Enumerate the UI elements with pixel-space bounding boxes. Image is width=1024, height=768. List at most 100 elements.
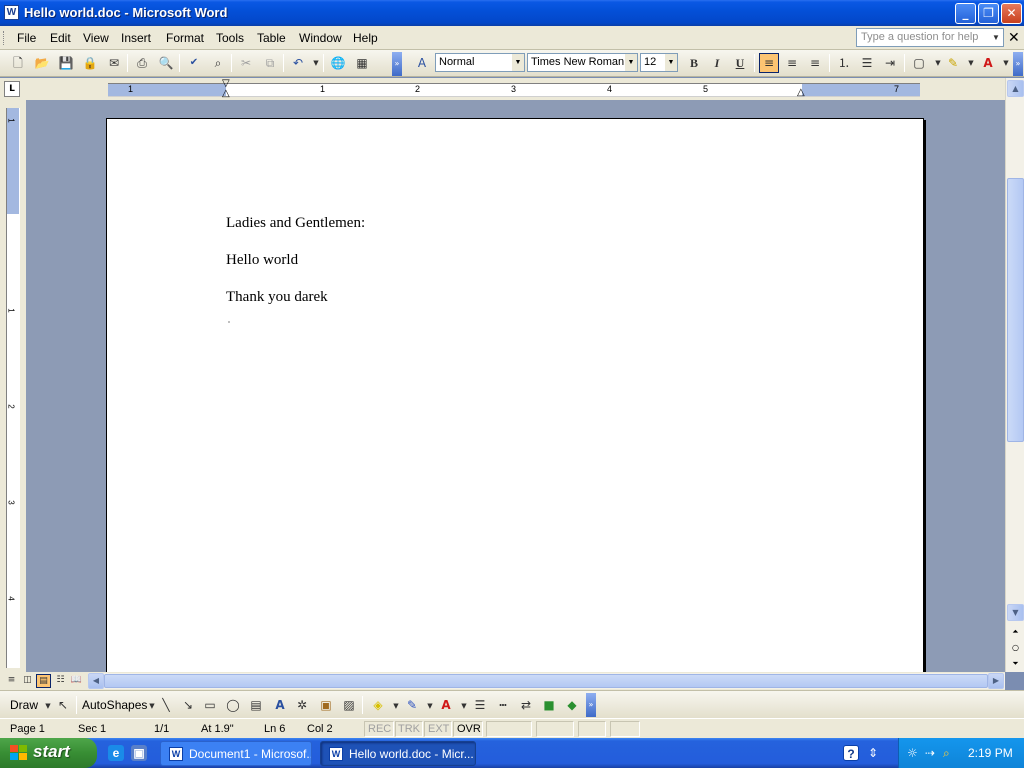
hyperlink-icon[interactable]: 🌐 [328,53,348,73]
line-style-icon[interactable]: ☰ [470,695,490,715]
previous-page-icon[interactable]: ⏶ [1007,624,1024,641]
vertical-ruler[interactable]: 1 1 2 3 4 [6,108,20,668]
document-line-salutation[interactable]: Ladies and Gentlemen: [226,215,365,232]
bullets-icon[interactable]: ☰ [857,53,877,73]
print-preview-icon[interactable]: 🔍 [156,53,176,73]
outline-view-icon[interactable]: ☷ [53,674,68,688]
email-icon[interactable]: ✉ [104,53,124,73]
menu-tools[interactable]: Tools [216,31,244,45]
shadow-style-icon[interactable]: ■ [539,695,559,715]
open-folder-icon[interactable]: 📂 [32,53,52,73]
title-bar[interactable]: W Hello world.doc - Microsoft Word _ ❐ ✕ [0,0,1024,26]
horizontal-scrollbar[interactable]: ◀ ▶ [88,673,1005,689]
scroll-down-button[interactable]: ▼ [1007,604,1024,621]
document-line-body[interactable]: Hello world [226,252,298,269]
menu-table[interactable]: Table [257,31,286,45]
taskbar-item-hello-world[interactable]: W Hello world.doc - Micr... [320,741,476,766]
font-size-dropdown-icon[interactable]: ▼ [665,54,677,71]
menu-view[interactable]: View [83,31,109,45]
line-tool-icon[interactable]: ╲ [156,695,176,715]
new-document-icon[interactable]: 🗋 [8,53,28,73]
wordart-icon[interactable]: A [270,695,290,715]
status-trk[interactable]: TRK [398,723,420,735]
font-color-icon[interactable]: A [978,53,998,73]
select-browse-object-icon[interactable]: ○ [1007,640,1024,657]
menu-help[interactable]: Help [353,31,378,45]
cut-icon[interactable]: ✂ [236,53,256,73]
print-layout-icon[interactable]: ▤ [36,674,51,688]
spelling-icon[interactable]: ✔ [184,53,204,73]
styles-icon[interactable]: A [412,53,432,73]
diagram-icon[interactable]: ✲ [292,695,312,715]
scroll-left-button[interactable]: ◀ [88,673,104,689]
clipart-icon[interactable]: ▣ [316,695,336,715]
highlight-icon[interactable]: ✎ [943,53,963,73]
line-color-icon[interactable]: ✎ [402,695,422,715]
select-objects-icon[interactable]: ↖ [53,695,73,715]
vertical-scroll-thumb[interactable] [1007,178,1024,442]
taskbar-item-document1[interactable]: W Document1 - Microsof... [160,741,312,766]
menu-edit[interactable]: Edit [50,31,71,45]
italic-button[interactable]: I [707,53,727,73]
expand-tray-icon[interactable]: ⇕ [868,746,878,760]
system-clock[interactable]: 2:19 PM [968,746,1013,760]
increase-indent-icon[interactable]: ⇥ [880,53,900,73]
next-page-icon[interactable]: ⏷ [1007,656,1024,673]
scroll-up-button[interactable]: ▲ [1007,80,1024,97]
dash-style-icon[interactable]: ┅ [493,695,513,715]
help-search-input[interactable]: Type a question for help ▼ [856,28,1004,47]
help-question-icon[interactable]: ? [843,745,859,761]
textbox-tool-icon[interactable]: ▤ [246,695,266,715]
document-close-icon[interactable]: ✕ [1008,30,1020,46]
normal-view-icon[interactable]: ≡ [4,674,19,688]
autoshapes-menu-button[interactable]: AutoShapes [82,698,147,712]
3d-style-icon[interactable]: ◆ [562,695,582,715]
fill-color-icon[interactable]: ◈ [368,695,388,715]
oval-tool-icon[interactable]: ◯ [223,695,243,715]
draw-toolbar-options-icon[interactable]: » [586,693,596,717]
internet-explorer-icon[interactable]: e [108,745,124,761]
menu-format[interactable]: Format [166,31,204,45]
numbering-icon[interactable]: ⒈ [834,53,854,73]
borders-icon[interactable]: ▢ [909,53,929,73]
connection-icon[interactable]: ⇢ [925,746,935,760]
status-ext[interactable]: EXT [428,723,449,735]
document-workspace[interactable]: Ladies and Gentlemen: Hello world Thank … [26,100,1005,672]
menu-grip[interactable] [3,31,6,45]
align-right-icon[interactable]: ≡ [805,53,825,73]
permission-icon[interactable]: 🔒 [80,53,100,73]
arrow-tool-icon[interactable]: ↘ [178,695,198,715]
undo-icon[interactable]: ↶ [288,53,308,73]
start-button[interactable]: start [0,738,97,768]
toolbar-options-icon-2[interactable]: » [1013,52,1023,76]
menu-file[interactable]: File [17,31,36,45]
print-icon[interactable]: ⎙ [132,53,152,73]
network-icon[interactable]: ☼ [907,746,918,760]
word-app-icon[interactable]: W [4,5,19,20]
font-dropdown-icon[interactable]: ▼ [625,54,637,71]
scroll-right-button[interactable]: ▶ [988,673,1004,689]
status-rec[interactable]: REC [368,723,391,735]
vertical-scrollbar[interactable]: ▲ ▼ ⏶ ○ ⏷ [1005,78,1024,672]
underline-button[interactable]: U [730,53,750,73]
align-center-icon[interactable]: ≡ [782,53,802,73]
hanging-indent-marker[interactable]: △ [222,88,230,99]
bold-button[interactable]: B [684,53,704,73]
arrow-style-icon[interactable]: ⇄ [516,695,536,715]
help-dropdown-icon[interactable]: ▼ [989,29,1003,46]
save-icon[interactable]: 💾 [56,53,76,73]
copy-icon[interactable]: ⧉ [260,53,280,73]
insert-picture-icon[interactable]: ▨ [339,695,359,715]
status-ovr[interactable]: OVR [457,723,481,735]
menu-insert[interactable]: Insert [121,31,151,45]
minimize-button[interactable]: _ [955,3,976,24]
font-size-select[interactable]: 12 ▼ [640,53,678,72]
show-desktop-icon[interactable]: ▣ [131,745,147,761]
menu-window[interactable]: Window [299,31,342,45]
horizontal-scroll-thumb[interactable] [104,674,988,688]
style-select[interactable]: Normal ▼ [435,53,525,72]
close-button[interactable]: ✕ [1001,3,1022,24]
font-select[interactable]: Times New Roman ▼ [527,53,638,72]
insert-table-icon[interactable]: ▦ [352,53,372,73]
align-left-icon[interactable]: ≡ [759,53,779,73]
